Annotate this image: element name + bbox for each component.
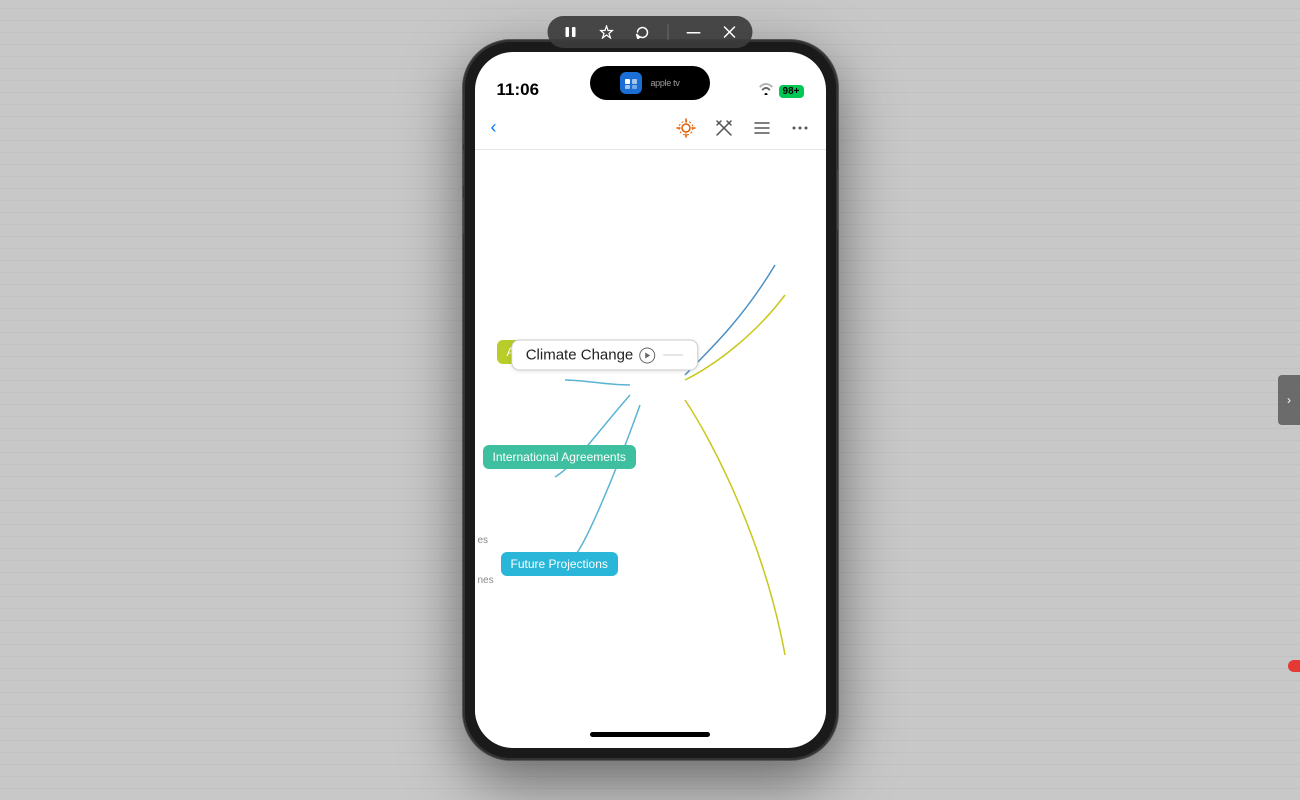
volume-down-button	[463, 198, 464, 234]
pause-button[interactable]	[560, 21, 582, 43]
edge-text-1: es	[478, 535, 489, 546]
refresh-button[interactable]	[632, 21, 654, 43]
node-future[interactable]: Future Projections	[501, 552, 618, 576]
status-icons: 98+	[758, 82, 804, 100]
list-icon[interactable]	[752, 118, 772, 138]
home-indicator	[475, 720, 826, 748]
island-app-icon	[620, 72, 642, 94]
toolbar-icons	[676, 118, 810, 138]
node-international[interactable]: International Agreements	[483, 445, 636, 469]
island-label: apple tv	[650, 78, 679, 88]
wifi-icon	[758, 82, 774, 100]
dynamic-island: apple tv	[590, 66, 710, 100]
phone-screen: apple tv 11:06 98+ ‹	[475, 52, 826, 748]
side-arrow-button[interactable]: ›	[1278, 375, 1300, 425]
battery-indicator: 98+	[779, 85, 804, 98]
floating-toolbar	[548, 16, 753, 48]
center-node-label: Climate Change	[526, 347, 634, 364]
status-time: 11:06	[497, 80, 540, 100]
red-indicator	[1288, 660, 1300, 672]
iphone-frame: apple tv 11:06 98+ ‹	[463, 40, 838, 760]
app-toolbar: ‹	[475, 106, 826, 150]
home-bar	[590, 732, 710, 737]
mute-button	[463, 120, 464, 144]
minimize-button[interactable]	[683, 21, 705, 43]
play-icon[interactable]	[639, 347, 655, 363]
back-button[interactable]: ‹	[491, 117, 497, 138]
side-button	[837, 170, 838, 230]
mindmap-curves	[475, 150, 826, 720]
scissors-icon[interactable]	[714, 118, 734, 138]
center-node[interactable]: Climate Change	[511, 340, 699, 371]
toolbar-separator	[668, 24, 669, 40]
focus-icon[interactable]	[676, 118, 696, 138]
close-button[interactable]	[719, 21, 741, 43]
node-line	[663, 354, 683, 356]
volume-up-button	[463, 150, 464, 186]
more-icon[interactable]	[790, 118, 810, 138]
star-button[interactable]	[596, 21, 618, 43]
mindmap-canvas[interactable]: es nes Adaptation Measures International…	[475, 150, 826, 720]
edge-text-2: nes	[478, 575, 494, 586]
